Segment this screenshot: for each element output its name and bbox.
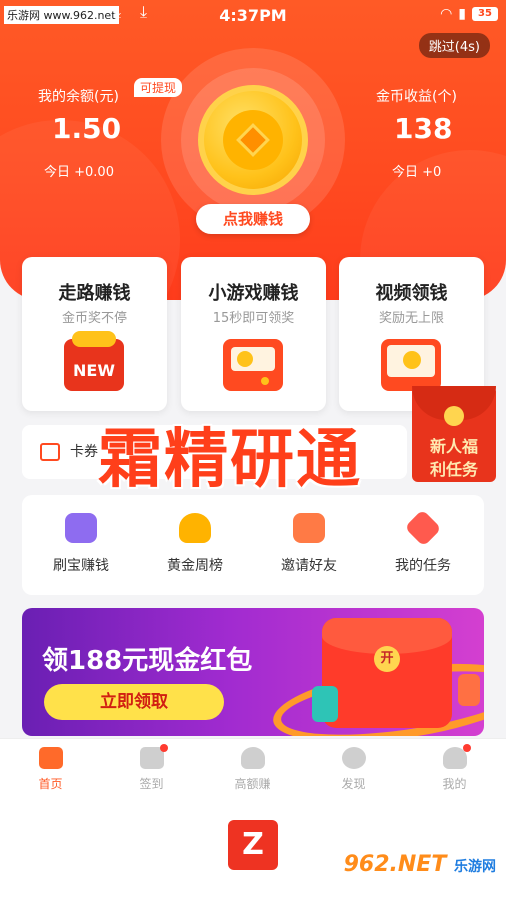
coin-icon <box>444 406 464 426</box>
claim-now-button[interactable]: 立即领取 <box>44 684 224 720</box>
menu-item-invite[interactable]: 邀请好友 <box>254 513 364 575</box>
earn-money-button[interactable]: 点我赚钱 <box>196 204 310 234</box>
nav-label: 发现 <box>341 777 366 791</box>
coins-value: 138 <box>394 112 453 145</box>
app-logo: Z <box>228 820 278 870</box>
balance-block[interactable]: 我的余额(元) <box>38 86 119 106</box>
nav-home[interactable]: 首页 <box>0 747 101 792</box>
coins-today: 今日 +0 <box>392 165 442 180</box>
card-walk-earn[interactable]: 走路赚钱 金币奖不停 NEW <box>22 257 167 411</box>
coins-value-wrap: 138 <box>394 112 452 145</box>
card-title: 走路赚钱 <box>58 283 131 304</box>
person-figure <box>312 686 338 722</box>
balance-value: 1.50 <box>52 112 122 145</box>
trophy-icon <box>179 513 211 543</box>
nav-mine[interactable]: 我的 <box>404 744 505 792</box>
overlay-watermark-text: 霜精研通 <box>98 423 362 497</box>
coins-pile <box>72 331 116 347</box>
new-gift-icon: NEW <box>64 331 124 391</box>
user-icon <box>442 744 471 769</box>
menu-label: 黄金周榜 <box>167 558 223 574</box>
site-watermark-962: 962.NET 乐游网 <box>344 852 496 877</box>
button-dot <box>261 377 269 385</box>
calendar-icon <box>139 744 168 769</box>
balance-today: 今日 +0.00 <box>44 165 114 180</box>
notification-dot <box>462 744 471 752</box>
money-bag-icon <box>240 747 265 769</box>
coupon-icon <box>40 443 60 461</box>
nav-high-earn[interactable]: 高额赚 <box>202 747 303 792</box>
game-console-icon <box>223 339 283 391</box>
balance-label: 我的余额(元) <box>38 89 119 105</box>
card-subtitle: 金币奖不停 <box>61 311 127 326</box>
card-minigame-earn[interactable]: 小游戏赚钱 15秒即可领奖 <box>181 257 326 411</box>
coin <box>403 351 421 369</box>
balance-today-wrap: 今日 +0.00 <box>44 161 114 180</box>
menu-item-weekly-rank[interactable]: 黄金周榜 <box>140 513 250 575</box>
status-icons: ◠ ▮ 35 <box>440 6 498 22</box>
video-tv-icon <box>381 339 441 391</box>
card-subtitle: 15秒即可领奖 <box>212 311 295 326</box>
quick-menu: 刷宝赚钱 黄金周榜 邀请好友 我的任务 <box>22 495 484 595</box>
skip-button[interactable]: 跳过(4s) <box>418 33 490 58</box>
gift-line1: 新人福 <box>429 437 478 456</box>
new-user-gift-envelope[interactable]: 新人福 利任务 <box>412 386 496 482</box>
envelope-icon <box>293 513 325 543</box>
nav-label: 我的 <box>442 777 467 791</box>
status-bar: 乐游网 www.962.net ⤓ ⤓ 4:37PM ◠ ▮ 35 <box>0 0 506 30</box>
menu-item-my-tasks[interactable]: 我的任务 <box>368 509 478 575</box>
gift-line2: 利任务 <box>429 460 478 479</box>
nav-label: 高额赚 <box>234 777 271 791</box>
nav-label: 签到 <box>139 777 164 791</box>
person-figure <box>458 674 480 706</box>
menu-item-brush[interactable]: 刷宝赚钱 <box>26 513 136 575</box>
wifi-icon: ◠ <box>440 6 453 22</box>
ticker-text: 卡券 <box>70 444 98 460</box>
app-screen: 乐游网 www.962.net ⤓ ⤓ 4:37PM ◠ ▮ 35 跳过(4s)… <box>0 0 506 900</box>
menu-label: 我的任务 <box>395 558 451 574</box>
menu-label: 刷宝赚钱 <box>53 558 109 574</box>
menu-label: 邀请好友 <box>281 558 337 574</box>
watermark-num: 962.NET <box>343 852 447 877</box>
coins-label: 金币收益(个) <box>376 89 457 105</box>
coins-block[interactable]: 金币收益(个) <box>376 86 457 106</box>
nav-checkin[interactable]: 签到 <box>101 744 202 792</box>
balance-value-wrap: 1.50 <box>52 112 121 145</box>
nav-discover[interactable]: 发现 <box>303 747 404 792</box>
home-icon <box>38 747 63 769</box>
notification-dot <box>159 744 168 752</box>
banner-title: 领188元现金红包 <box>42 646 253 676</box>
nav-label: 首页 <box>38 777 63 791</box>
card-title: 小游戏赚钱 <box>208 283 299 304</box>
signal-icon: ▮ <box>458 6 466 22</box>
status-time: 4:37PM <box>219 6 287 25</box>
pacman <box>237 351 253 367</box>
bottom-nav: 首页 签到 高额赚 发现 我的 <box>0 738 506 800</box>
open-seal: 开 <box>374 646 400 672</box>
card-subtitle: 奖励无上限 <box>378 311 444 326</box>
watermark-cn: 乐游网 <box>454 859 496 875</box>
card-title: 视频领钱 <box>375 283 448 304</box>
promo-banner[interactable]: 开 领188元现金红包 立即领取 <box>22 608 484 736</box>
treasure-box-icon <box>65 513 97 543</box>
new-label: NEW <box>73 361 115 380</box>
coins-today-wrap: 今日 +0 <box>392 161 441 180</box>
battery-icon: 35 <box>472 7 498 21</box>
compass-icon <box>341 747 366 769</box>
lightning-icon <box>404 509 442 547</box>
